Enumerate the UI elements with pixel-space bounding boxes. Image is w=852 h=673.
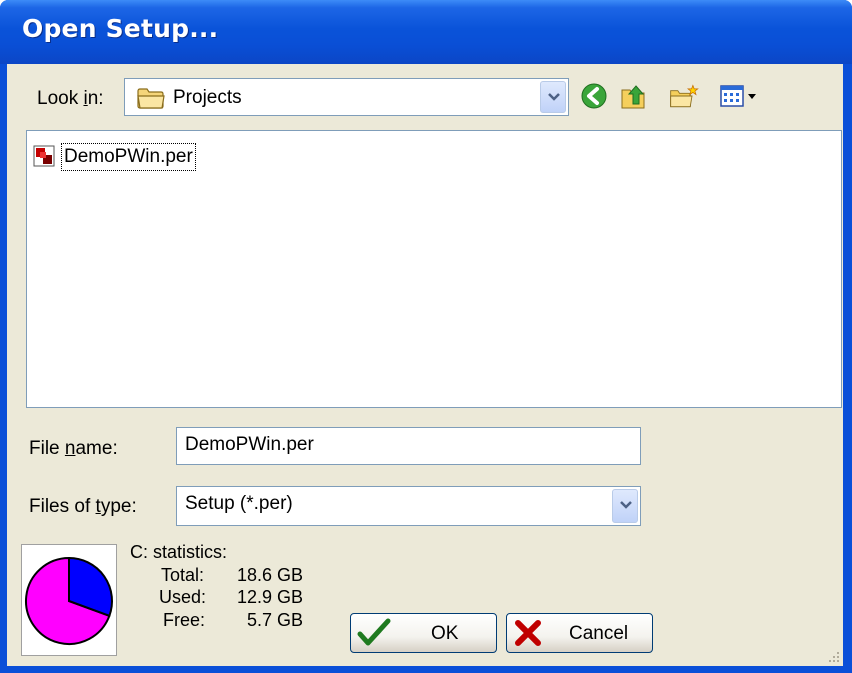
look-in-dropdown[interactable]: Projects bbox=[124, 78, 569, 116]
folder-icon bbox=[137, 88, 165, 109]
cancel-label: Cancel bbox=[569, 623, 629, 644]
checkmark-icon bbox=[357, 618, 391, 646]
stat-used-value: 12.9 GB bbox=[237, 587, 304, 607]
dialog-title: Open Setup... bbox=[22, 14, 219, 43]
look-in-value: Projects bbox=[173, 87, 242, 108]
setup-file-icon bbox=[33, 145, 55, 167]
stats-heading: C: statistics: bbox=[130, 542, 228, 562]
file-name-field[interactable]: DemoPWin.per bbox=[176, 427, 641, 465]
file-name-label: File name: bbox=[29, 438, 118, 459]
stat-used-label: Used: bbox=[159, 587, 207, 607]
disk-usage-box bbox=[21, 544, 117, 656]
up-one-level-icon[interactable] bbox=[618, 80, 650, 112]
chevron-down-icon bbox=[548, 93, 560, 101]
view-menu-icon[interactable] bbox=[717, 80, 761, 112]
stat-free-label: Free: bbox=[163, 610, 206, 630]
ok-button[interactable]: OK bbox=[350, 613, 497, 653]
file-type-dropdown-button[interactable] bbox=[612, 489, 638, 523]
stat-total-value: 18.6 GB bbox=[237, 565, 304, 585]
file-type-label: Files of type: bbox=[29, 496, 137, 517]
file-type-dropdown[interactable]: Setup (*.per) bbox=[176, 486, 641, 526]
disk-usage-pie-chart bbox=[25, 556, 113, 645]
dialog-body: Look in: Projects DemoPWin.per File name… bbox=[7, 64, 843, 666]
cancel-button[interactable]: Cancel bbox=[506, 613, 653, 653]
file-type-value: Setup (*.per) bbox=[185, 493, 293, 514]
look-in-dropdown-button[interactable] bbox=[540, 81, 566, 113]
ok-label: OK bbox=[431, 623, 459, 644]
stat-free-value: 5.7 GB bbox=[247, 610, 304, 630]
file-name-text: DemoPWin.per bbox=[61, 143, 196, 171]
new-folder-icon[interactable] bbox=[668, 80, 700, 112]
open-setup-dialog: Open Setup... Look in: Projects DemoPWin… bbox=[0, 0, 852, 673]
resize-grip-icon[interactable] bbox=[825, 648, 841, 664]
back-arrow-icon[interactable] bbox=[578, 80, 610, 112]
title-bar[interactable]: Open Setup... bbox=[0, 0, 852, 64]
file-list[interactable]: DemoPWin.per bbox=[26, 130, 842, 408]
close-icon bbox=[515, 620, 541, 646]
look-in-label: Look in: bbox=[37, 88, 104, 109]
stat-total-label: Total: bbox=[161, 565, 205, 585]
chevron-down-icon bbox=[620, 501, 632, 509]
